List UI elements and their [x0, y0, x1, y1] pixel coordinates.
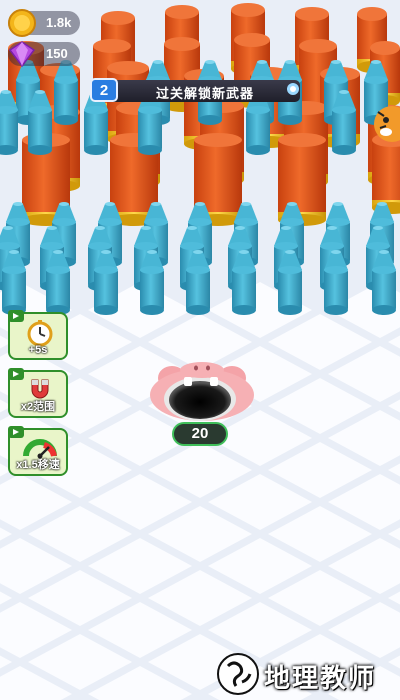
level-badge: 2	[90, 78, 118, 102]
boost-speed-label: x1.5移速	[16, 459, 60, 471]
globe-logo-icon	[217, 653, 259, 695]
watermark-text: 地理教师	[264, 663, 377, 693]
orange-cylinder	[372, 133, 400, 214]
gem-icon	[8, 41, 36, 68]
hole-size-counter: 20	[172, 422, 228, 446]
unlock-banner: 过关解锁新武器	[94, 80, 300, 102]
stopwatch-icon	[27, 320, 53, 347]
gem-amount: 150	[46, 46, 68, 61]
boost-range-label: x2范围	[20, 401, 56, 413]
coin-icon	[8, 9, 36, 37]
level-number: 2	[90, 78, 118, 102]
boost-time-label: +5s	[28, 344, 48, 356]
boost-speed-button[interactable]: x1.5移速	[8, 426, 68, 476]
coin-counter: 1.8k	[8, 9, 80, 37]
video-ad-icon	[8, 368, 24, 380]
sparkle-icon	[287, 83, 299, 95]
gem-counter: 150	[8, 41, 80, 68]
boost-time-button[interactable]: +5s	[8, 310, 68, 360]
boost-range-button[interactable]: x2范围	[8, 368, 68, 418]
pig-hole	[150, 362, 254, 421]
unlock-text: 过关解锁新武器	[156, 86, 255, 101]
coin-amount: 1.8k	[46, 15, 72, 30]
video-ad-icon	[8, 310, 24, 322]
watermark: 地理教师	[212, 648, 400, 700]
